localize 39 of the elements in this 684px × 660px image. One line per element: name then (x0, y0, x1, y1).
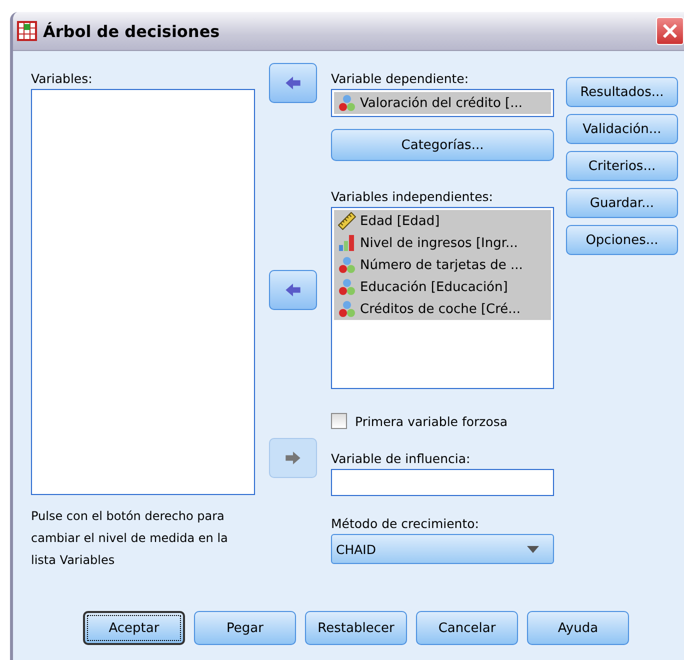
circles-icon (338, 94, 356, 112)
close-button[interactable] (656, 17, 684, 45)
dialog-button[interactable]: Cancelar (416, 611, 518, 645)
field-label: Variable dependiente: (331, 71, 470, 87)
dialog-button[interactable]: Restablecer (305, 611, 407, 645)
method-dropdown[interactable]: CHAID (331, 534, 554, 564)
independent-list[interactable]: Edad [Edad] Nivel de ingresos [Ingr... Número de tarjetas de ... Educación [Educación] Créditos de coche [Cré... (331, 207, 554, 389)
field-label: Variables independientes: (331, 189, 494, 205)
bar-chart-icon (338, 234, 356, 252)
input-field[interactable] (331, 469, 554, 496)
list-item[interactable]: Nivel de ingresos [Ingr... (334, 232, 551, 254)
categories-button[interactable]: Categorías... (331, 129, 554, 161)
dialog-button[interactable]: Validación... (566, 114, 678, 144)
dialog-button[interactable]: Criterios... (566, 151, 678, 181)
field-label: Método de crecimiento: (331, 516, 480, 532)
field-label: Variables: (31, 71, 94, 87)
circles-icon (338, 278, 356, 296)
list-item[interactable]: Número de tarjetas de ... (334, 254, 551, 276)
hint-text: Pulse con el botón derecho para cambiar el nivel de medida en la lista Variables (31, 508, 229, 569)
list-item[interactable]: Edad [Edad] (334, 210, 551, 232)
circles-icon (338, 300, 356, 318)
window-title: Árbol de decisiones (43, 22, 220, 40)
dropdown-arrow-icon (527, 546, 539, 552)
checkbox-label: Primera variable forzosa (355, 414, 508, 428)
list-item[interactable]: Educación [Educación] (334, 276, 551, 298)
checkbox[interactable] (331, 413, 347, 429)
table-icon (17, 21, 37, 41)
move-arrow-button[interactable] (269, 270, 317, 310)
field-label: Variable de influencia: (331, 451, 472, 467)
dialog-button[interactable]: Aceptar (83, 611, 185, 645)
circles-icon (338, 256, 356, 274)
list-item[interactable]: Créditos de coche [Cré... (334, 298, 551, 320)
close-icon (662, 23, 678, 39)
dialog-button[interactable]: Guardar... (566, 188, 678, 218)
dialog-button[interactable]: Opciones... (566, 225, 678, 255)
dialog-button[interactable]: Ayuda (527, 611, 629, 645)
dialog-button[interactable]: Pegar (194, 611, 296, 645)
move-arrow-button[interactable] (269, 63, 317, 103)
dialog-button[interactable]: Resultados... (566, 77, 678, 107)
